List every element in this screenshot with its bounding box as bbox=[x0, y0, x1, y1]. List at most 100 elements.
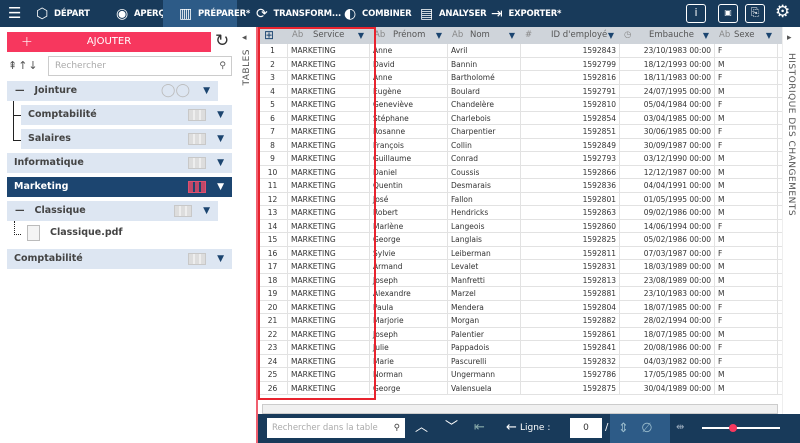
table-row[interactable]: 19 MARKETING Alexandre Marzel 1592881 23/10/1… bbox=[258, 287, 782, 301]
row-number[interactable]: 25 bbox=[258, 368, 288, 381]
cell[interactable]: 1592793 bbox=[521, 152, 620, 165]
cell[interactable]: Pappadois bbox=[448, 341, 521, 354]
info-icon[interactable]: i bbox=[686, 4, 706, 23]
cell[interactable]: F bbox=[715, 98, 778, 111]
cell[interactable]: François bbox=[370, 138, 448, 152]
cell[interactable]: Chandelère bbox=[448, 98, 521, 111]
chevron-down-icon[interactable]: ▼ bbox=[358, 27, 364, 44]
cell[interactable]: Robert bbox=[370, 206, 448, 219]
cell[interactable]: F bbox=[715, 219, 778, 233]
table-item-jointure[interactable]: — Jointure ◯◯ ▼ bbox=[7, 81, 218, 101]
cell[interactable]: M bbox=[715, 192, 778, 206]
cell[interactable]: MARKETING bbox=[288, 206, 370, 219]
cell[interactable]: 1592832 bbox=[521, 354, 620, 368]
cell[interactable]: Palentier bbox=[448, 327, 521, 341]
table-row[interactable]: 9 MARKETING Guillaume Conrad 1592793 03/12/19… bbox=[258, 152, 782, 166]
cell[interactable]: 1592799 bbox=[521, 57, 620, 71]
row-number[interactable]: 8 bbox=[258, 138, 288, 152]
expand-panel-icon[interactable]: ▸ bbox=[787, 33, 792, 43]
column-header-nom[interactable]: Ab Nom ▼ bbox=[448, 27, 521, 44]
cell[interactable]: M bbox=[715, 368, 778, 381]
cell[interactable]: Anne bbox=[370, 44, 448, 57]
column-header-iddemployé[interactable]: # ID d'employé ▼ bbox=[521, 27, 620, 44]
cell[interactable]: 1592825 bbox=[521, 233, 620, 246]
row-number[interactable]: 20 bbox=[258, 300, 288, 314]
cell[interactable]: Fallon bbox=[448, 192, 521, 206]
row-number[interactable]: 24 bbox=[258, 354, 288, 368]
cell[interactable]: 1592831 bbox=[521, 260, 620, 273]
row-number[interactable]: 21 bbox=[258, 314, 288, 327]
cell[interactable]: MARKETING bbox=[288, 233, 370, 246]
cell[interactable]: Eugène bbox=[370, 84, 448, 98]
cell[interactable]: F bbox=[715, 341, 778, 354]
table-row[interactable]: 13 MARKETING Robert Hendricks 1592863 09/02/1… bbox=[258, 206, 782, 220]
cell[interactable]: Quentin bbox=[370, 179, 448, 192]
row-number[interactable]: 18 bbox=[258, 273, 288, 287]
cell[interactable]: 1592849 bbox=[521, 138, 620, 152]
cell[interactable]: MARKETING bbox=[288, 381, 370, 395]
cell[interactable]: 23/08/1989 00:00 bbox=[620, 273, 715, 287]
cell[interactable]: MARKETING bbox=[288, 57, 370, 71]
cell[interactable]: 05/04/1984 00:00 bbox=[620, 98, 715, 111]
zoom-slider[interactable] bbox=[702, 424, 780, 432]
cell[interactable]: 30/06/1985 00:00 bbox=[620, 125, 715, 138]
chevron-down-icon[interactable]: ▼ bbox=[509, 27, 515, 44]
cell[interactable]: MARKETING bbox=[288, 246, 370, 260]
row-number[interactable]: 5 bbox=[258, 98, 288, 111]
cell[interactable]: Pascurelli bbox=[448, 354, 521, 368]
cell[interactable]: Julie bbox=[370, 341, 448, 354]
cell[interactable]: 1592881 bbox=[521, 287, 620, 300]
table-item-comptabilite-join[interactable]: Comptabilité ▼ bbox=[21, 105, 232, 125]
cell[interactable]: Boulard bbox=[448, 84, 521, 98]
column-header-sexe[interactable]: Ab Sexe ▼ bbox=[715, 27, 778, 44]
cell[interactable]: MARKETING bbox=[288, 152, 370, 165]
cell[interactable]: M bbox=[715, 57, 778, 71]
table-row[interactable]: 11 MARKETING Quentin Desmarais 1592836 04/04/… bbox=[258, 179, 782, 193]
cell[interactable]: 1592854 bbox=[521, 111, 620, 125]
row-number[interactable]: 1 bbox=[258, 44, 288, 57]
cell[interactable]: 1592791 bbox=[521, 84, 620, 98]
cell[interactable]: Collin bbox=[448, 138, 521, 152]
cell[interactable]: MARKETING bbox=[288, 111, 370, 125]
row-number[interactable]: 15 bbox=[258, 233, 288, 246]
cell[interactable]: Levalet bbox=[448, 260, 521, 273]
cell[interactable]: MARKETING bbox=[288, 219, 370, 233]
chevron-down-icon[interactable]: ▼ bbox=[203, 81, 210, 101]
cell[interactable]: Marlène bbox=[370, 219, 448, 233]
cell[interactable]: 04/04/1991 00:00 bbox=[620, 179, 715, 192]
row-number[interactable]: 26 bbox=[258, 381, 288, 395]
cell[interactable]: Joseph bbox=[370, 273, 448, 287]
nav-combiner[interactable]: ◐ COMBINER bbox=[328, 0, 412, 27]
cell[interactable]: MARKETING bbox=[288, 44, 370, 57]
cell[interactable]: 24/07/1995 00:00 bbox=[620, 84, 715, 98]
nav-exporter[interactable]: ⇥ EXPORTER* bbox=[475, 0, 562, 27]
cell[interactable]: 20/08/1986 00:00 bbox=[620, 341, 715, 354]
cell[interactable]: MARKETING bbox=[288, 71, 370, 84]
cell[interactable]: M bbox=[715, 179, 778, 192]
cell[interactable]: Norman bbox=[370, 368, 448, 381]
row-number[interactable]: 16 bbox=[258, 246, 288, 260]
cell[interactable]: Valensuela bbox=[448, 381, 521, 395]
cell[interactable]: Alexandre bbox=[370, 287, 448, 300]
cell[interactable]: 1592801 bbox=[521, 192, 620, 206]
cell[interactable]: MARKETING bbox=[288, 125, 370, 138]
cell[interactable]: 07/03/1987 00:00 bbox=[620, 246, 715, 260]
cell[interactable]: M bbox=[715, 273, 778, 287]
chevron-down-icon[interactable]: ▼ bbox=[608, 27, 614, 44]
cell[interactable]: F bbox=[715, 246, 778, 260]
cell[interactable]: 17/05/1985 00:00 bbox=[620, 368, 715, 381]
cell[interactable]: F bbox=[715, 314, 778, 327]
cell[interactable]: Joseph bbox=[370, 327, 448, 341]
cell[interactable]: 1592851 bbox=[521, 125, 620, 138]
cell[interactable]: M bbox=[715, 381, 778, 395]
cell[interactable]: Paula bbox=[370, 300, 448, 314]
chevron-down-icon[interactable]: ▼ bbox=[703, 27, 709, 44]
cell[interactable]: MARKETING bbox=[288, 165, 370, 179]
table-item-informatique[interactable]: Informatique ▼ bbox=[7, 153, 232, 173]
table-row[interactable]: 14 MARKETING Marlène Langeois 1592860 14/06/1… bbox=[258, 219, 782, 233]
first-row-icon[interactable]: ⇤ bbox=[474, 418, 485, 438]
column-header-prénom[interactable]: Ab Prénom ▼ bbox=[370, 27, 448, 44]
filter-table-icon[interactable]: ⊞ bbox=[264, 28, 274, 42]
cell[interactable]: 1592816 bbox=[521, 71, 620, 84]
cell[interactable]: Rosanne bbox=[370, 125, 448, 138]
